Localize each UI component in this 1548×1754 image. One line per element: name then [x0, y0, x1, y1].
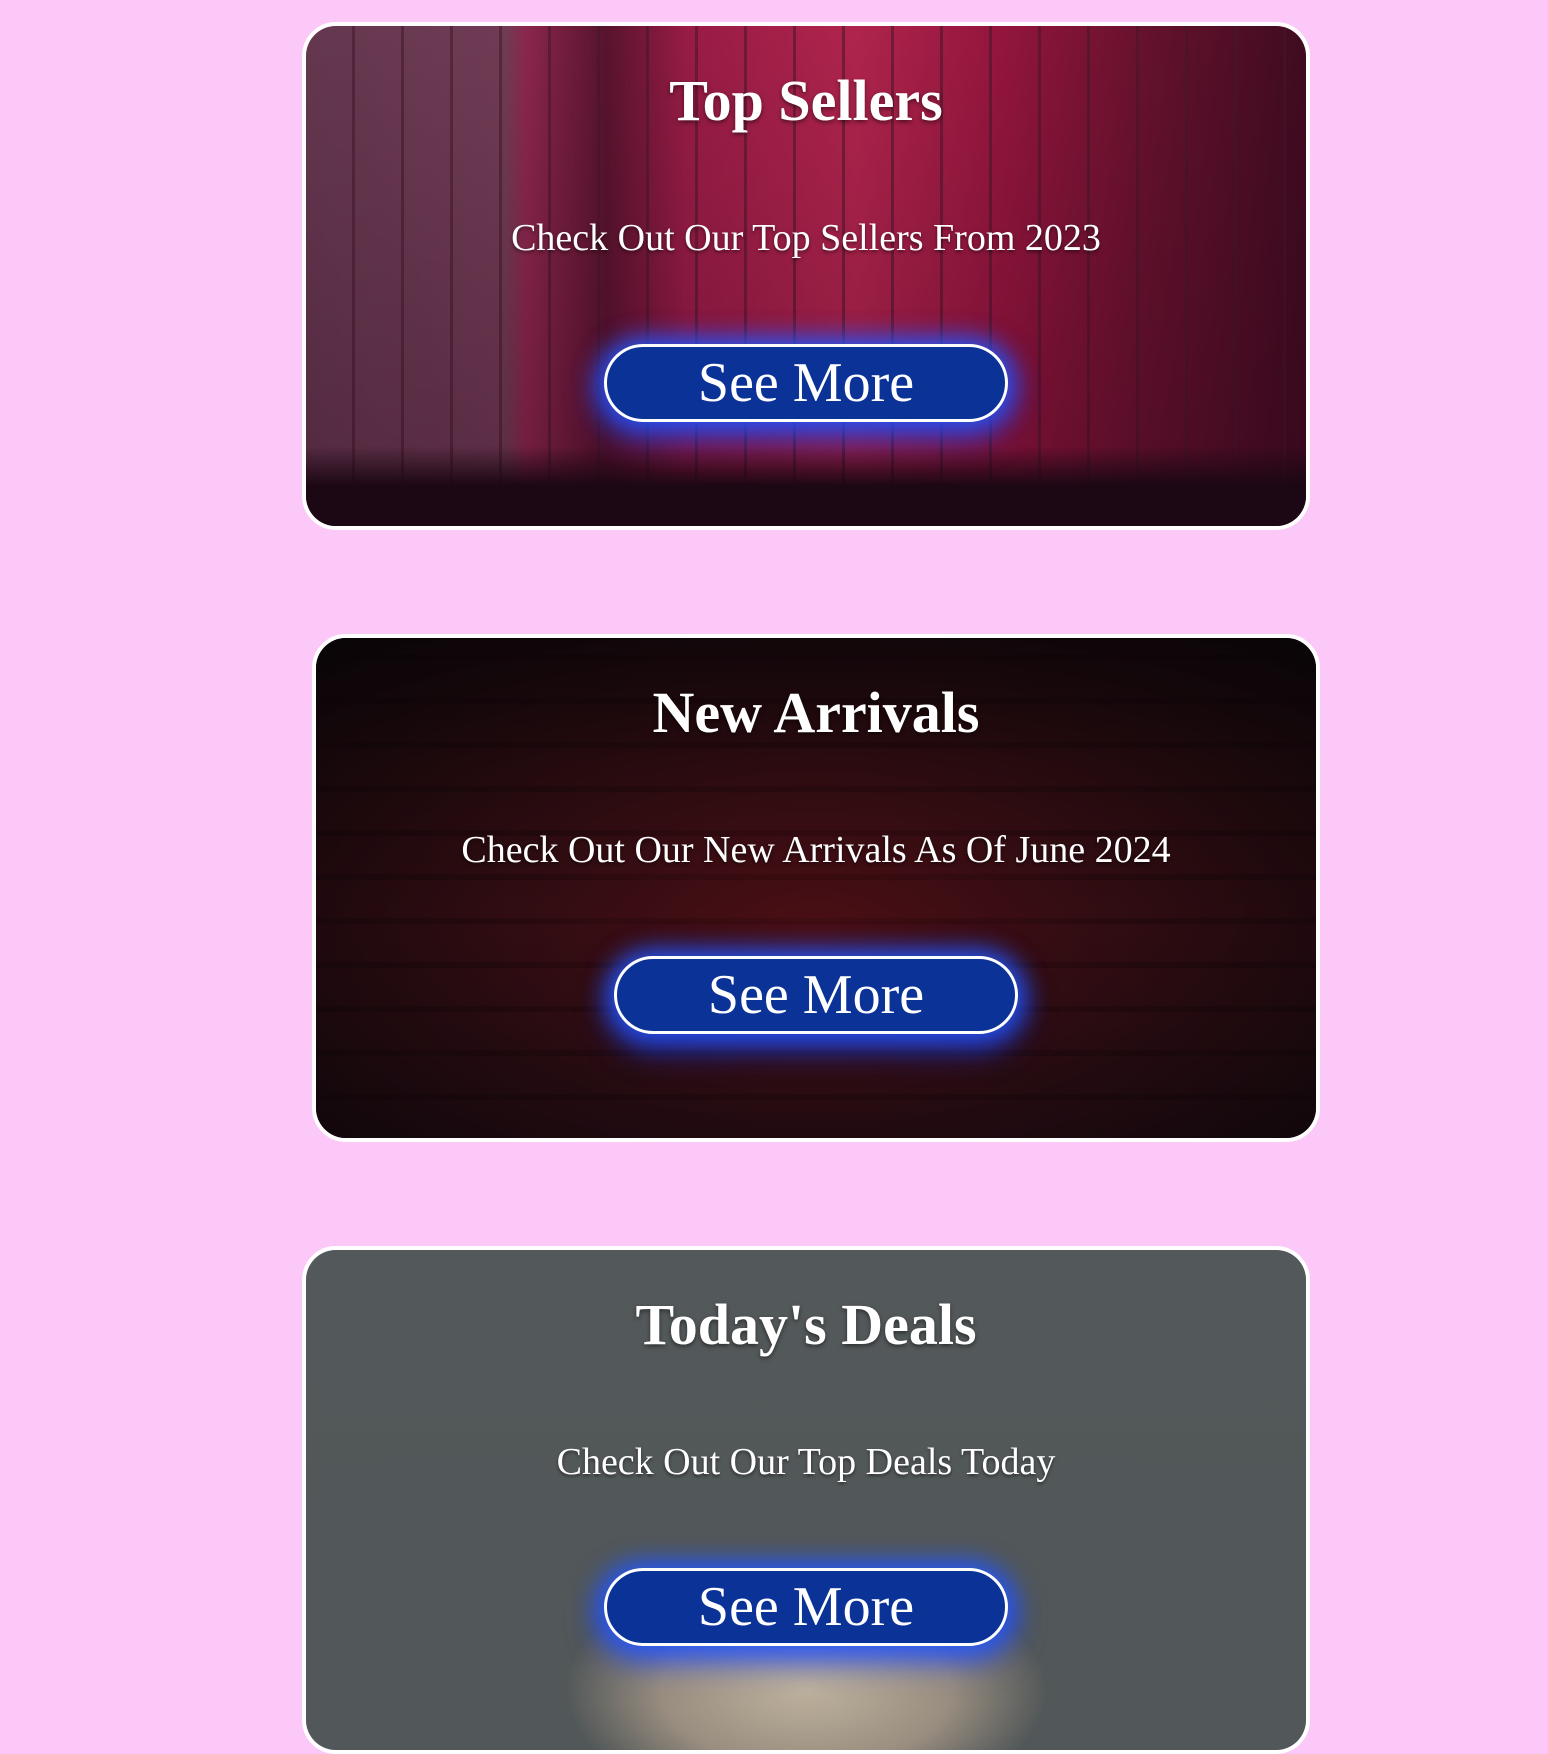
card-todays-deals: Today's Deals Check Out Our Top Deals To… — [302, 1246, 1310, 1754]
card-subtitle: Check Out Our Top Deals Today — [556, 1441, 1056, 1483]
card-title: New Arrivals — [652, 680, 980, 745]
card-content: New Arrivals Check Out Our New Arrivals … — [316, 638, 1316, 1138]
see-more-button[interactable]: See More — [604, 344, 1008, 422]
card-title: Top Sellers — [669, 68, 943, 133]
card-content: Today's Deals Check Out Our Top Deals To… — [306, 1250, 1306, 1750]
card-title: Today's Deals — [635, 1292, 977, 1357]
card-subtitle: Check Out Our New Arrivals As Of June 20… — [461, 829, 1171, 871]
card-new-arrivals: New Arrivals Check Out Our New Arrivals … — [312, 634, 1320, 1142]
see-more-button[interactable]: See More — [614, 956, 1018, 1034]
card-content: Top Sellers Check Out Our Top Sellers Fr… — [306, 26, 1306, 526]
card-subtitle: Check Out Our Top Sellers From 2023 — [511, 217, 1101, 259]
page: { "page": { "background_color": "#fbc8f8… — [0, 0, 1548, 1754]
see-more-button[interactable]: See More — [604, 1568, 1008, 1646]
card-top-sellers: Top Sellers Check Out Our Top Sellers Fr… — [302, 22, 1310, 530]
